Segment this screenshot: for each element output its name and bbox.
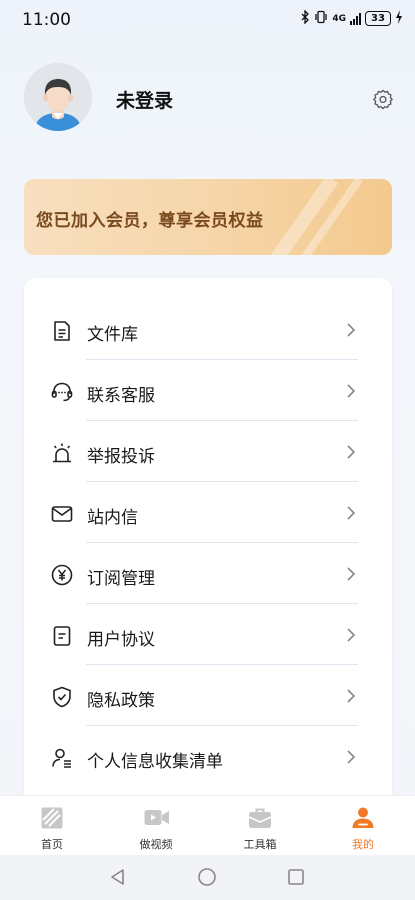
menu-item-inbox[interactable]: 站内信 bbox=[24, 483, 392, 543]
chevron-right-icon bbox=[346, 444, 356, 460]
signal-icon bbox=[350, 12, 361, 25]
nav-label: 做视频 bbox=[139, 838, 173, 851]
shield-check-icon bbox=[50, 685, 74, 709]
home-circle-icon[interactable] bbox=[197, 867, 217, 887]
menu-item-label: 文件库 bbox=[87, 325, 138, 345]
menu-item-privacy-policy[interactable]: 隐私政策 bbox=[24, 666, 392, 726]
toolbox-icon bbox=[248, 806, 272, 830]
yen-circle-icon bbox=[50, 563, 74, 587]
divider bbox=[86, 542, 358, 543]
status-bar: 11:00 4G 33 bbox=[0, 0, 415, 40]
nav-item-mine[interactable]: 我的 bbox=[311, 796, 415, 856]
chevron-right-icon bbox=[346, 505, 356, 521]
divider bbox=[86, 725, 358, 726]
back-icon[interactable] bbox=[108, 867, 128, 887]
nav-item-home[interactable]: 首页 bbox=[0, 796, 104, 856]
agreement-icon bbox=[50, 624, 74, 648]
menu-item-customer-service[interactable]: 联系客服 bbox=[24, 361, 392, 421]
banner-text: 您已加入会员，尊享会员权益 bbox=[36, 211, 264, 231]
system-navigation-bar bbox=[0, 855, 415, 900]
chevron-right-icon bbox=[346, 566, 356, 582]
menu-item-user-agreement[interactable]: 用户协议 bbox=[24, 605, 392, 665]
nav-label: 首页 bbox=[41, 838, 63, 851]
battery-indicator: 33 bbox=[365, 11, 391, 26]
avatar[interactable] bbox=[24, 63, 92, 131]
status-icons: 4G 33 bbox=[301, 9, 403, 27]
username[interactable]: 未登录 bbox=[116, 86, 173, 113]
chevron-right-icon bbox=[346, 688, 356, 704]
nav-item-toolbox[interactable]: 工具箱 bbox=[208, 796, 312, 856]
menu-item-file-library[interactable]: 文件库 bbox=[24, 300, 392, 360]
menu-item-label: 个人信息收集清单 bbox=[87, 752, 223, 772]
alarm-light-icon bbox=[50, 441, 74, 465]
chevron-right-icon bbox=[346, 322, 356, 338]
menu-item-label: 隐私政策 bbox=[87, 691, 155, 711]
menu-item-label: 举报投诉 bbox=[87, 447, 155, 467]
profile-icon bbox=[351, 806, 375, 830]
status-time: 11:00 bbox=[22, 10, 71, 30]
divider bbox=[86, 359, 358, 360]
headset-icon bbox=[50, 380, 74, 404]
home-icon bbox=[40, 806, 64, 830]
menu-item-label: 用户协议 bbox=[87, 630, 155, 650]
membership-banner[interactable]: 您已加入会员，尊享会员权益 bbox=[24, 179, 392, 255]
nav-label: 我的 bbox=[352, 838, 374, 851]
video-icon bbox=[144, 806, 169, 830]
menu-item-report[interactable]: 举报投诉 bbox=[24, 422, 392, 482]
envelope-icon bbox=[50, 502, 74, 526]
menu-item-label: 联系客服 bbox=[87, 386, 155, 406]
chevron-right-icon bbox=[346, 383, 356, 399]
recent-apps-icon[interactable] bbox=[286, 867, 306, 887]
divider bbox=[86, 481, 358, 482]
nav-item-make-video[interactable]: 做视频 bbox=[104, 796, 208, 856]
menu-card: 文件库 联系客服 举报投诉 站内信 订阅管理 用户协议 隐私政策 个人信息收集清… bbox=[24, 278, 392, 818]
user-list-icon bbox=[50, 746, 74, 770]
divider bbox=[86, 664, 358, 665]
bottom-nav: 首页 做视频 工具箱 我的 bbox=[0, 795, 415, 855]
menu-item-personal-info-list[interactable]: 个人信息收集清单 bbox=[24, 727, 392, 787]
document-icon bbox=[50, 319, 74, 343]
menu-item-label: 站内信 bbox=[87, 508, 138, 528]
vibrate-icon bbox=[314, 10, 328, 27]
charging-icon bbox=[395, 10, 403, 27]
divider bbox=[86, 603, 358, 604]
divider bbox=[86, 420, 358, 421]
gear-icon[interactable] bbox=[372, 88, 394, 110]
chevron-right-icon bbox=[346, 627, 356, 643]
menu-item-label: 订阅管理 bbox=[87, 569, 155, 589]
chevron-right-icon bbox=[346, 749, 356, 765]
menu-item-subscription[interactable]: 订阅管理 bbox=[24, 544, 392, 604]
nav-label: 工具箱 bbox=[243, 838, 277, 851]
network-type-label: 4G bbox=[332, 13, 346, 24]
bluetooth-icon bbox=[301, 9, 310, 27]
